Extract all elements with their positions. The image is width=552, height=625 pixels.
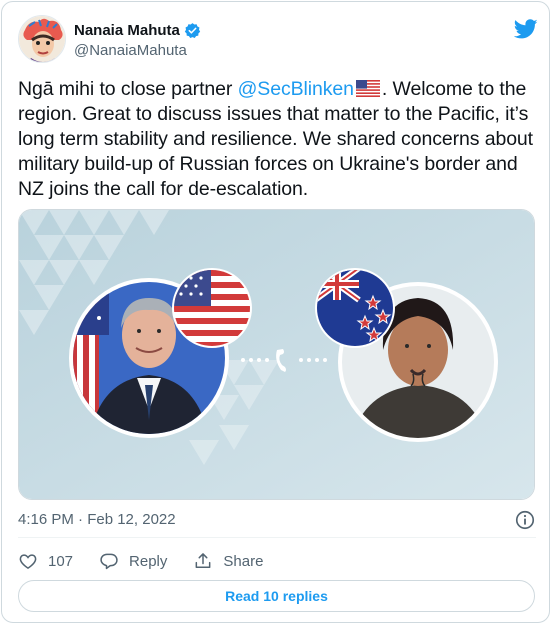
author-handle[interactable]: @NanaiaMahuta xyxy=(74,42,201,59)
tweet-actions: 107 Reply Share xyxy=(18,549,289,573)
tweet-text: Ngā mihi to close partner @SecBlinken. W… xyxy=(18,77,534,202)
us-flag-icon xyxy=(355,79,380,97)
reply-button[interactable]: Reply xyxy=(99,551,167,571)
share-icon xyxy=(195,553,211,568)
twitter-bird-icon[interactable] xyxy=(513,17,538,41)
like-count: 107 xyxy=(48,552,74,570)
tweet-media-image[interactable] xyxy=(18,209,535,500)
like-button[interactable]: 107 xyxy=(18,551,73,571)
name-row: Nanaia Mahuta xyxy=(74,22,201,39)
author-avatar[interactable] xyxy=(18,15,66,63)
tweet-timestamp-row: 4:16 PM · Feb 12, 2022 xyxy=(18,509,536,531)
verified-badge-icon xyxy=(184,22,201,39)
share-label: Share xyxy=(223,552,264,570)
tweet-header: Nanaia Mahuta @NanaiaMahuta xyxy=(18,15,538,67)
share-button[interactable]: Share xyxy=(193,551,263,571)
divider xyxy=(18,537,536,538)
reply-icon xyxy=(100,553,118,570)
reply-label: Reply xyxy=(129,552,168,570)
mention-link[interactable]: @SecBlinken xyxy=(238,78,354,100)
tweet-text-part1: Ngā mihi to close partner xyxy=(18,78,238,100)
tweet-timestamp[interactable]: 4:16 PM · Feb 12, 2022 xyxy=(18,511,176,528)
read-replies-button[interactable]: Read 10 replies xyxy=(18,580,535,612)
author-display-name[interactable]: Nanaia Mahuta xyxy=(74,22,180,39)
author-names: Nanaia Mahuta @NanaiaMahuta xyxy=(74,22,201,59)
heart-icon xyxy=(19,554,37,569)
tweet-card: Nanaia Mahuta @NanaiaMahuta Ngā mihi to … xyxy=(1,1,550,623)
info-icon[interactable] xyxy=(514,509,536,531)
